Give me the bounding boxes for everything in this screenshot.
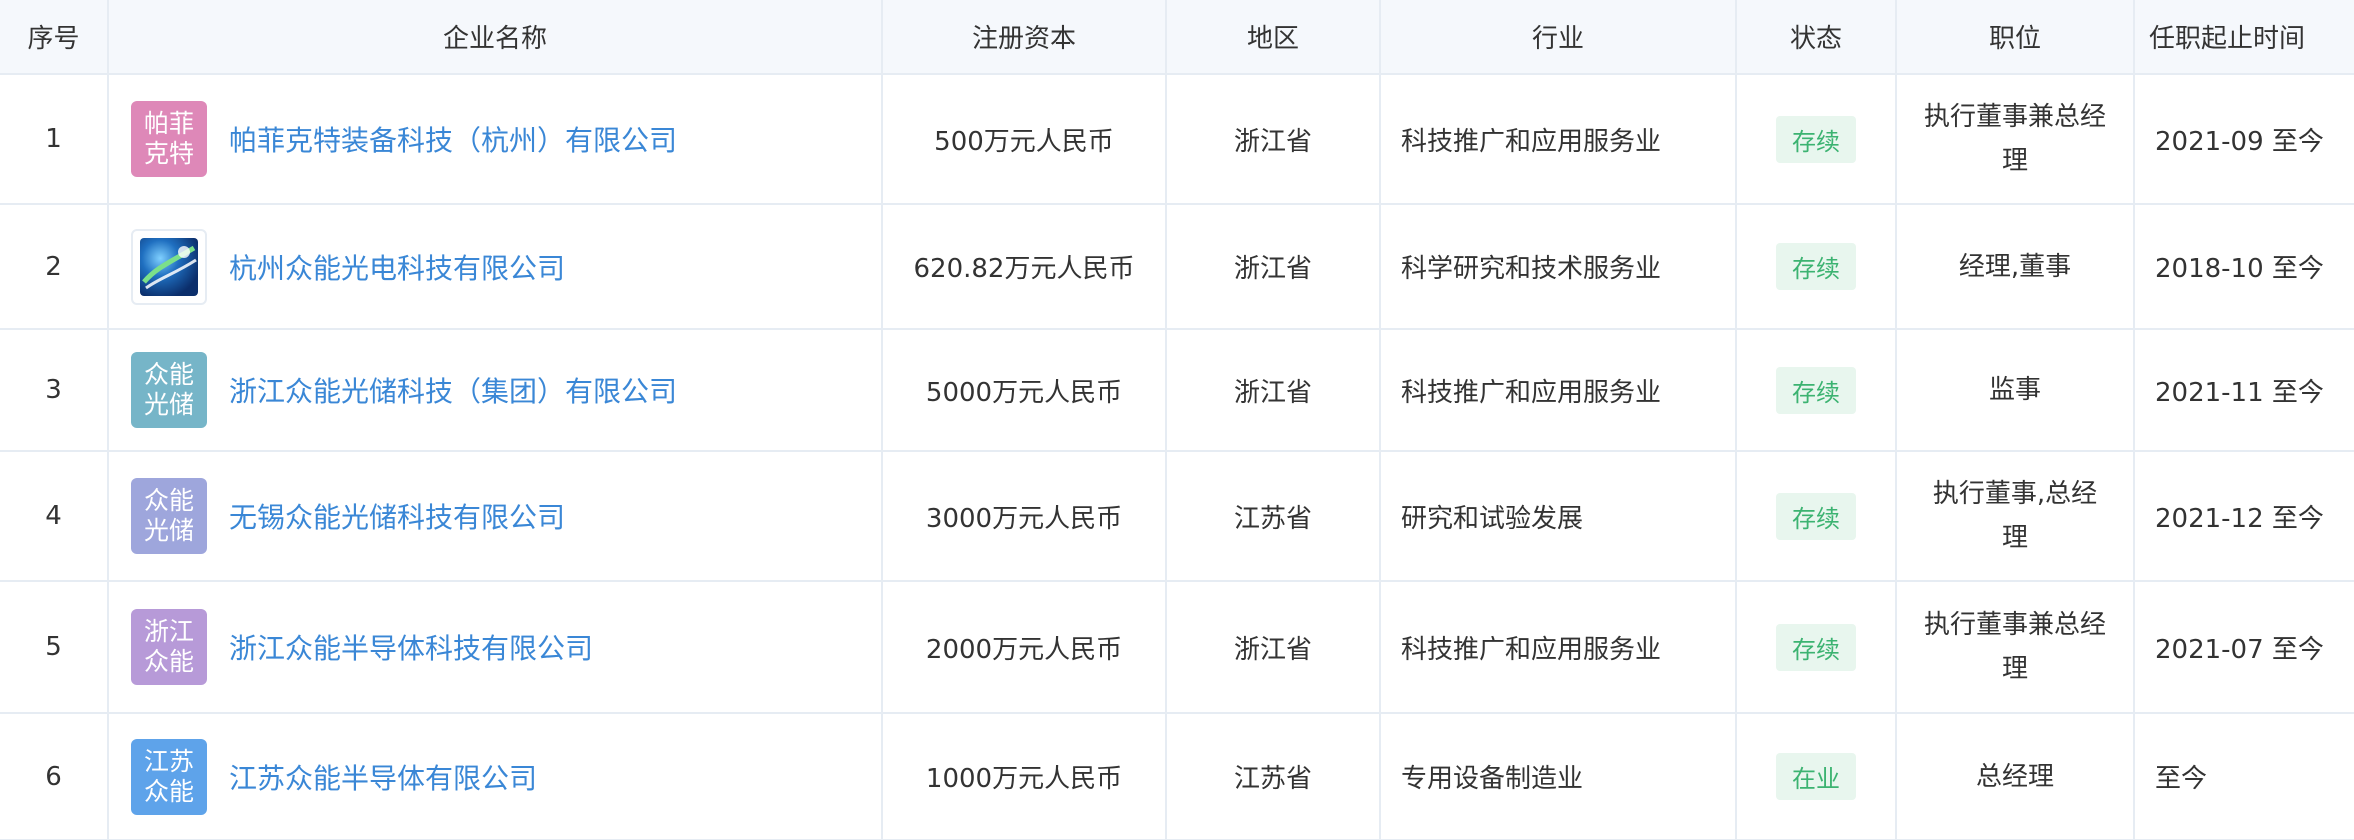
table-row: 6 江苏众能 江苏众能半导体有限公司 1000万元人民币 江苏省 专用设备制造业… bbox=[0, 713, 2354, 840]
industry: 专用设备制造业 bbox=[1380, 713, 1737, 840]
registered-capital: 5000万元人民币 bbox=[882, 329, 1167, 452]
industry: 科学研究和技术服务业 bbox=[1380, 204, 1737, 330]
table-row: 4 众能光储 无锡众能光储科技有限公司 3000万元人民币 江苏省 研究和试验发… bbox=[0, 451, 2354, 582]
company-name-link[interactable]: 无锡众能光储科技有限公司 bbox=[229, 496, 565, 536]
company-logo[interactable]: 浙江众能 bbox=[131, 609, 207, 685]
company-cell: 浙江众能 浙江众能半导体科技有限公司 bbox=[108, 581, 883, 714]
status-badge: 存续 bbox=[1776, 492, 1856, 540]
row-index: 2 bbox=[0, 204, 109, 330]
status-cell: 存续 bbox=[1736, 581, 1897, 714]
tenure: 2021-11 至今 bbox=[2134, 329, 2354, 452]
status-badge: 存续 bbox=[1776, 623, 1856, 671]
company-cell: 江苏众能 江苏众能半导体有限公司 bbox=[108, 713, 883, 840]
header-tenure: 任职起止时间 bbox=[2134, 0, 2354, 75]
position: 监事 bbox=[1896, 329, 2135, 452]
table-body: 1 帕菲克特 帕菲克特装备科技（杭州）有限公司 500万元人民币 浙江省 科技推… bbox=[0, 74, 2354, 840]
tenure: 2021-07 至今 bbox=[2134, 581, 2354, 714]
header-capital: 注册资本 bbox=[882, 0, 1167, 75]
table-row: 2 杭州众能光电科技有限公司 620.82万元人民币 浙江省 科学研究和技术服务… bbox=[0, 204, 2354, 330]
region: 江苏省 bbox=[1166, 451, 1381, 582]
position: 执行董事,总经理 bbox=[1896, 451, 2135, 582]
region: 浙江省 bbox=[1166, 581, 1381, 714]
position: 执行董事兼总经理 bbox=[1896, 581, 2135, 714]
row-index: 6 bbox=[0, 713, 109, 840]
globe-logo-icon[interactable] bbox=[131, 228, 207, 305]
company-name-link[interactable]: 帕菲克特装备科技（杭州）有限公司 bbox=[229, 119, 677, 159]
company-cell: 众能光储 无锡众能光储科技有限公司 bbox=[108, 451, 883, 582]
industry: 科技推广和应用服务业 bbox=[1380, 581, 1737, 714]
registered-capital: 1000万元人民币 bbox=[882, 713, 1167, 840]
registered-capital: 3000万元人民币 bbox=[882, 451, 1167, 582]
header-position: 职位 bbox=[1896, 0, 2135, 75]
status-cell: 存续 bbox=[1736, 451, 1897, 582]
position: 执行董事兼总经理 bbox=[1896, 74, 2135, 205]
status-badge: 存续 bbox=[1776, 115, 1856, 163]
row-index: 4 bbox=[0, 451, 109, 582]
header-name: 企业名称 bbox=[108, 0, 883, 75]
row-index: 1 bbox=[0, 74, 109, 205]
company-cell: 杭州众能光电科技有限公司 bbox=[108, 204, 883, 330]
status-cell: 存续 bbox=[1736, 204, 1897, 330]
registered-capital: 500万元人民币 bbox=[882, 74, 1167, 205]
tenure: 2021-09 至今 bbox=[2134, 74, 2354, 205]
company-name-link[interactable]: 杭州众能光电科技有限公司 bbox=[229, 247, 565, 287]
status-cell: 在业 bbox=[1736, 713, 1897, 840]
header-row: 序号 企业名称 注册资本 地区 行业 状态 职位 任职起止时间 bbox=[0, 0, 2354, 75]
company-cell: 帕菲克特 帕菲克特装备科技（杭州）有限公司 bbox=[108, 74, 883, 205]
company-name-link[interactable]: 浙江众能半导体科技有限公司 bbox=[229, 627, 593, 667]
tenure: 2021-12 至今 bbox=[2134, 451, 2354, 582]
header-region: 地区 bbox=[1166, 0, 1381, 75]
tenure: 至今 bbox=[2134, 713, 2354, 840]
row-index: 5 bbox=[0, 581, 109, 714]
registered-capital: 2000万元人民币 bbox=[882, 581, 1167, 714]
table-row: 3 众能光储 浙江众能光储科技（集团）有限公司 5000万元人民币 浙江省 科技… bbox=[0, 329, 2354, 452]
header-industry: 行业 bbox=[1380, 0, 1737, 75]
region: 浙江省 bbox=[1166, 204, 1381, 330]
company-name-link[interactable]: 江苏众能半导体有限公司 bbox=[229, 757, 537, 797]
status-cell: 存续 bbox=[1736, 74, 1897, 205]
tenure: 2018-10 至今 bbox=[2134, 204, 2354, 330]
status-badge: 存续 bbox=[1776, 366, 1856, 414]
region: 浙江省 bbox=[1166, 329, 1381, 452]
status-cell: 存续 bbox=[1736, 329, 1897, 452]
status-badge: 存续 bbox=[1776, 243, 1856, 290]
position: 总经理 bbox=[1896, 713, 2135, 840]
industry: 科技推广和应用服务业 bbox=[1380, 74, 1737, 205]
table-row: 1 帕菲克特 帕菲克特装备科技（杭州）有限公司 500万元人民币 浙江省 科技推… bbox=[0, 74, 2354, 205]
company-logo[interactable]: 众能光储 bbox=[131, 478, 207, 554]
company-logo[interactable]: 帕菲克特 bbox=[131, 101, 207, 177]
industry: 科技推广和应用服务业 bbox=[1380, 329, 1737, 452]
region: 浙江省 bbox=[1166, 74, 1381, 205]
company-cell: 众能光储 浙江众能光储科技（集团）有限公司 bbox=[108, 329, 883, 452]
table-header: 序号 企业名称 注册资本 地区 行业 状态 职位 任职起止时间 bbox=[0, 0, 2354, 75]
status-badge: 在业 bbox=[1776, 753, 1856, 800]
header-status: 状态 bbox=[1736, 0, 1897, 75]
position: 经理,董事 bbox=[1896, 204, 2135, 330]
company-name-link[interactable]: 浙江众能光储科技（集团）有限公司 bbox=[229, 370, 677, 410]
company-table: 序号 企业名称 注册资本 地区 行业 状态 职位 任职起止时间 1 帕菲克特 帕… bbox=[0, 0, 2354, 840]
company-logo[interactable]: 江苏众能 bbox=[131, 738, 207, 815]
company-logo[interactable]: 众能光储 bbox=[131, 352, 207, 428]
registered-capital: 620.82万元人民币 bbox=[882, 204, 1167, 330]
table-row: 5 浙江众能 浙江众能半导体科技有限公司 2000万元人民币 浙江省 科技推广和… bbox=[0, 581, 2354, 714]
region: 江苏省 bbox=[1166, 713, 1381, 840]
header-index: 序号 bbox=[0, 0, 109, 75]
row-index: 3 bbox=[0, 329, 109, 452]
industry: 研究和试验发展 bbox=[1380, 451, 1737, 582]
